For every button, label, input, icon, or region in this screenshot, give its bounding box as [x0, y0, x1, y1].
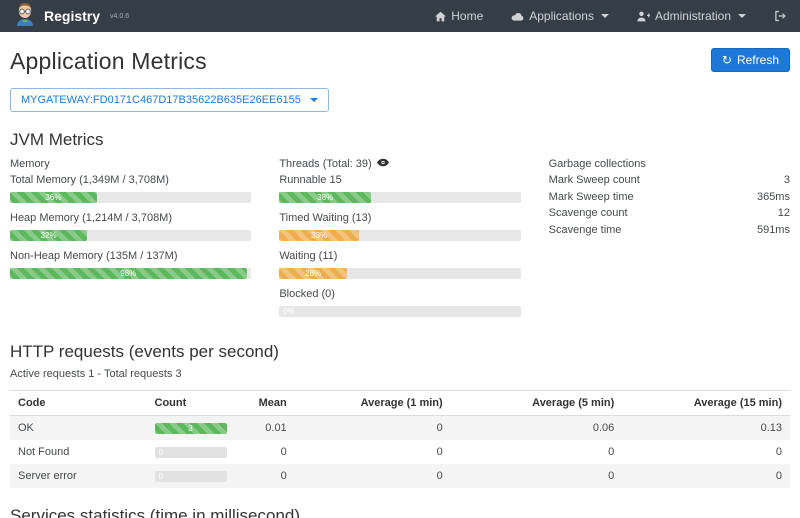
- refresh-button[interactable]: ↻ Refresh: [711, 48, 790, 72]
- services-statistics-heading: Services statistics (time in millisecond…: [10, 506, 790, 518]
- brand-version: v4.0.6: [110, 13, 129, 20]
- runnable-label: Runnable 15: [279, 172, 520, 188]
- main-content: Application Metrics ↻ Refresh MYGATEWAY:…: [0, 48, 800, 518]
- timed-waiting-label: Timed Waiting (13): [279, 210, 520, 226]
- blocked-progressbar: 0%: [279, 306, 520, 317]
- heap-memory-label: Heap Memory (1,214M / 3,708M): [10, 210, 251, 226]
- total-memory-label: Total Memory (1,349M / 3,708M): [10, 172, 251, 188]
- count-progressbar: 3: [155, 423, 227, 434]
- instance-selector-dropdown[interactable]: MYGATEWAY:FD0171C467D17B35622B635E26EE61…: [10, 88, 329, 112]
- col-code: Code: [10, 391, 147, 416]
- heap-memory-progressbar: 32%: [10, 230, 251, 241]
- runnable-progressbar: 38%: [279, 192, 520, 203]
- jhipster-avatar-logo: [14, 2, 36, 31]
- table-row: Not Found 0 0 0 0 0: [10, 440, 790, 464]
- gc-row: Mark Sweep count3: [549, 172, 790, 189]
- gc-row: Mark Sweep time365ms: [549, 189, 790, 206]
- nonheap-memory-progressbar: 98%: [10, 268, 251, 279]
- gc-title: Garbage collections: [549, 156, 790, 172]
- gc-row: Scavenge time591ms: [549, 222, 790, 239]
- gc-row: Scavenge count12: [549, 205, 790, 222]
- col-avg15: Average (15 min): [622, 391, 790, 416]
- brand-name: Registry: [44, 8, 100, 24]
- refresh-label: Refresh: [737, 53, 779, 67]
- chevron-down-icon: [310, 98, 318, 102]
- http-requests-subtitle: Active requests 1 - Total requests 3: [10, 368, 790, 380]
- http-requests-heading: HTTP requests (events per second): [10, 342, 790, 362]
- memory-title: Memory: [10, 156, 251, 172]
- col-mean: Mean: [228, 391, 294, 416]
- count-progressbar: 0: [155, 447, 227, 458]
- refresh-icon: ↻: [722, 54, 732, 66]
- waiting-label: Waiting (11): [279, 248, 520, 264]
- nav-administration[interactable]: Administration: [637, 9, 746, 23]
- instance-selector-label: MYGATEWAY:FD0171C467D17B35622B635E26EE61…: [21, 94, 301, 106]
- blocked-label: Blocked (0): [279, 286, 520, 302]
- brand[interactable]: Registry v4.0.6: [14, 2, 129, 31]
- chevron-down-icon: [601, 14, 609, 18]
- nav-home[interactable]: Home: [435, 9, 483, 23]
- nonheap-memory-label: Non-Heap Memory (135M / 137M): [10, 248, 251, 264]
- jvm-metrics-heading: JVM Metrics: [10, 130, 790, 150]
- user-plus-icon: [637, 11, 650, 22]
- nav-administration-label: Administration: [655, 9, 731, 23]
- threads-title: Threads (Total: 39): [279, 156, 371, 172]
- timed-waiting-progressbar: 33%: [279, 230, 520, 241]
- nav-applications[interactable]: Applications: [511, 9, 609, 23]
- table-row: Server error 0 0 0 0 0: [10, 464, 790, 488]
- sign-out-icon: [774, 10, 786, 22]
- cloud-icon: [511, 11, 524, 22]
- navbar: Registry v4.0.6 Home Applications: [0, 0, 800, 32]
- count-progressbar: 0: [155, 471, 227, 482]
- total-memory-progressbar: 36%: [10, 192, 251, 203]
- navbar-menu: Home Applications Administration: [435, 9, 786, 23]
- page-title: Application Metrics: [10, 48, 207, 75]
- garbage-collections-column: Garbage collections Mark Sweep count3 Ma…: [549, 156, 790, 324]
- memory-column: Memory Total Memory (1,349M / 3,708M) 36…: [10, 156, 251, 324]
- threads-column: Threads (Total: 39) Runnable 15 38% Time…: [279, 156, 520, 324]
- home-icon: [435, 11, 446, 22]
- http-requests-table: Code Count Mean Average (1 min) Average …: [10, 390, 790, 488]
- eye-icon[interactable]: [377, 156, 389, 172]
- waiting-progressbar: 28%: [279, 268, 520, 279]
- nav-applications-label: Applications: [529, 9, 594, 23]
- table-row: OK 3 0.01 0 0.06 0.13: [10, 416, 790, 441]
- jvm-metrics-grid: Memory Total Memory (1,349M / 3,708M) 36…: [10, 156, 790, 324]
- col-avg5: Average (5 min): [451, 391, 623, 416]
- chevron-down-icon: [738, 14, 746, 18]
- col-avg1: Average (1 min): [295, 391, 451, 416]
- col-count: Count: [147, 391, 229, 416]
- nav-home-label: Home: [451, 9, 483, 23]
- sign-out-button[interactable]: [774, 10, 786, 22]
